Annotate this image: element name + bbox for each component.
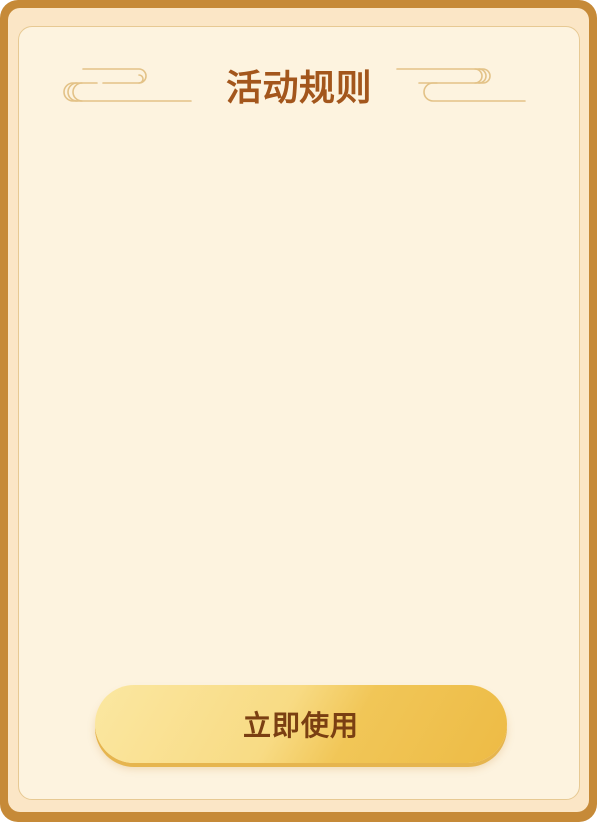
rules-modal-panel: 活动规则 立即使用 [18,26,580,800]
rules-content [59,137,541,657]
use-now-button[interactable]: 立即使用 [95,685,507,763]
use-now-button-label: 立即使用 [242,709,359,742]
rules-modal-frame: 活动规则 立即使用 [0,0,597,822]
rules-modal-frame-inner: 活动规则 立即使用 [8,8,589,812]
cloud-swirl-right-icon [396,68,526,102]
